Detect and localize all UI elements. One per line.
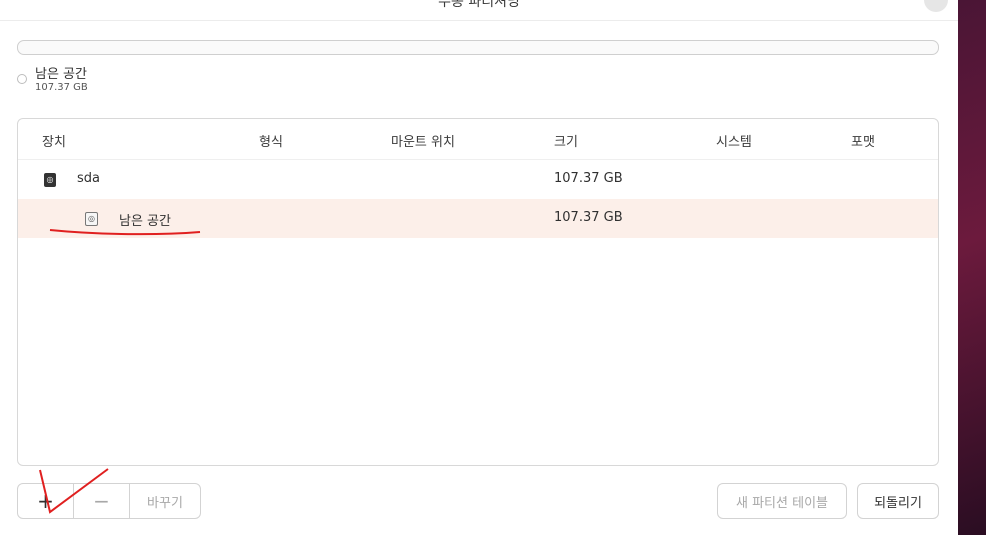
column-header-size[interactable]: 크기 xyxy=(554,131,578,150)
title-bar: 수동 파티셔닝 xyxy=(0,0,958,21)
partition-table: 장치 형식 마운트 위치 크기 시스템 포맷 ◎ sda 107.37 GB ◎… xyxy=(17,118,939,466)
row-device: sda xyxy=(77,171,100,186)
remove-partition-button[interactable]: − xyxy=(73,483,130,519)
hard-disk-icon: ◎ xyxy=(44,173,56,187)
change-partition-button[interactable]: 바꾸기 xyxy=(129,483,201,519)
new-partition-table-label: 새 파티션 테이블 xyxy=(736,495,828,511)
desktop-background xyxy=(958,0,986,535)
column-header-mount[interactable]: 마운트 위치 xyxy=(391,131,455,150)
revert-button[interactable]: 되돌리기 xyxy=(857,483,939,519)
column-header-system[interactable]: 시스템 xyxy=(716,131,752,150)
hard-disk-icon: ◎ xyxy=(85,212,98,226)
disk-usage-bar xyxy=(17,40,939,55)
table-header: 장치 형식 마운트 위치 크기 시스템 포맷 xyxy=(18,119,938,159)
add-partition-button[interactable]: + xyxy=(17,483,74,519)
row-size: 107.37 GB xyxy=(554,210,623,225)
table-row-free-space[interactable]: ◎ 남은 공간 107.37 GB xyxy=(18,199,938,238)
remove-partition-label: − xyxy=(93,489,110,513)
revert-label: 되돌리기 xyxy=(874,495,922,511)
table-row-sda[interactable]: ◎ sda 107.37 GB xyxy=(18,159,938,200)
row-size: 107.37 GB xyxy=(554,171,623,186)
partition-window: 수동 파티셔닝 남은 공간 107.37 GB 장치 형식 마운트 위치 크기 … xyxy=(0,0,958,535)
change-partition-label: 바꾸기 xyxy=(147,495,183,511)
free-space-legend-dot xyxy=(17,74,27,84)
new-partition-table-button[interactable]: 새 파티션 테이블 xyxy=(717,483,847,519)
free-space-legend-size: 107.37 GB xyxy=(35,82,88,93)
add-partition-label: + xyxy=(37,489,54,513)
column-header-device[interactable]: 장치 xyxy=(42,131,66,150)
row-device: 남은 공간 xyxy=(119,214,171,229)
column-header-type[interactable]: 형식 xyxy=(259,131,283,150)
free-space-legend-label: 남은 공간 xyxy=(35,67,87,82)
window-title: 수동 파티셔닝 xyxy=(438,0,520,10)
column-header-format[interactable]: 포맷 xyxy=(851,131,875,150)
